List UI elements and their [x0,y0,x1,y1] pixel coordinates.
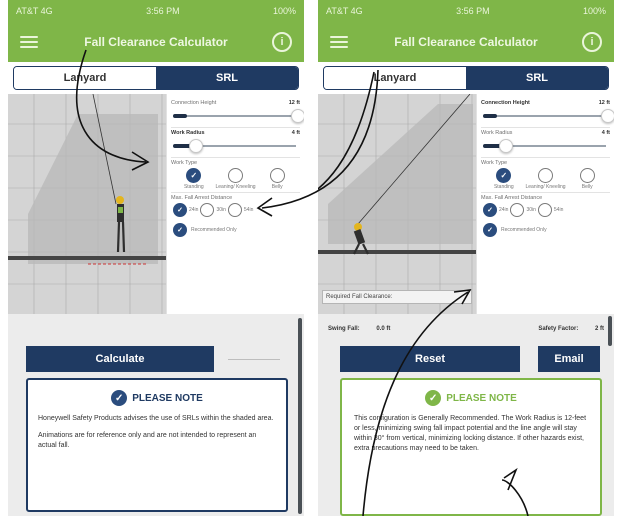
recommended-only-toggle[interactable]: ✓ Recommended Only [481,217,610,237]
work-type-options: ✓ Standing Leaning/ Kneeling Belly [481,166,610,190]
mode-segmented-control: Lanyard SRL [13,66,299,90]
fall-arrest-54in[interactable]: 54in [227,203,253,217]
please-note-box: ✓ PLEASE NOTE Honeywell Safety Products … [26,378,288,512]
info-icon[interactable]: i [582,32,602,52]
work-type-belly[interactable]: Belly [256,168,298,190]
note-paragraph: This configuration is Generally Recommen… [354,415,587,453]
max-fall-arrest-options: ✓ 24in 30in 54in [171,201,300,217]
note-title: PLEASE NOTE [446,392,517,404]
calculate-button[interactable]: Calculate [26,346,214,372]
connection-height-value: 12 ft [598,100,610,106]
tab-srl[interactable]: SRL [156,67,298,89]
please-note-box: ✓ PLEASE NOTE This configuration is Gene… [340,378,602,516]
carrier-text: AT&T 4G [326,6,363,16]
work-type-leaning[interactable]: Leaning/ Kneeling [215,168,257,190]
note-paragraph-1: Honeywell Safety Products advises the us… [38,415,274,422]
max-fall-arrest-label: Max. Fall Arrest Distance [171,195,233,201]
app-header: Fall Clearance Calculator i [318,22,614,62]
email-button[interactable]: Email [538,346,600,372]
results-summary: Swing Fall: 0.0 ft Safety Factor: 2 ft [328,326,604,332]
fall-arrest-24in[interactable]: ✓ 24in [483,203,508,217]
app-header: Fall Clearance Calculator i [8,22,304,62]
info-icon[interactable]: i [272,32,292,52]
battery-text: 100% [582,6,606,16]
connection-height-value: 12 ft [288,100,300,106]
check-circle-icon: ✓ [425,390,442,406]
time-text: 3:56 PM [146,6,180,16]
safety-factor-value: 2 ft [595,326,604,332]
work-type-label: Work Type [481,160,508,166]
work-type-standing[interactable]: ✓ Standing [173,168,215,190]
work-radius-value: 4 ft [291,130,300,136]
work-type-label: Work Type [171,160,198,166]
phone-screen-srl: AT&T 4G 3:56 PM 100% Fall Clearance Calc… [318,0,614,516]
connection-height-label: Connection Height [171,100,217,106]
connection-height-slider[interactable] [483,108,614,124]
swing-fall-value: 0.0 ft [376,326,391,332]
app-title: Fall Clearance Calculator [84,35,228,49]
check-circle-icon: ✓ [111,390,128,406]
battery-text: 100% [272,6,296,16]
status-bar: AT&T 4G 3:56 PM 100% [318,0,614,22]
email-button-disabled [228,358,280,360]
settings-panel: Connection Height 12 ft Work Radius 4 ft… [166,94,304,314]
safety-factor-label: Safety Factor: [538,326,579,332]
menu-icon[interactable] [330,34,348,50]
connection-height-label: Connection Height [481,100,530,106]
work-radius-slider[interactable] [483,138,608,154]
connection-height-slider[interactable] [173,108,304,124]
scrollbar[interactable] [608,316,612,346]
reset-button[interactable]: Reset [340,346,520,372]
max-fall-arrest-options: ✓ 24in 30in 54in [481,201,610,217]
tab-lanyard[interactable]: Lanyard [324,67,466,89]
app-title: Fall Clearance Calculator [394,35,538,49]
fall-scene-illustration [318,94,476,314]
status-bar: AT&T 4G 3:56 PM 100% [8,0,304,22]
fall-arrest-30in[interactable]: 30in [510,203,536,217]
max-fall-arrest-label: Max. Fall Arrest Distance [481,195,543,201]
menu-icon[interactable] [20,34,38,50]
results-panel: Calculate ✓ PLEASE NOTE Honeywell Safety… [8,314,304,516]
required-fall-clearance-label: Required Fall Clearance: [322,290,472,304]
work-type-belly[interactable]: Belly [566,168,608,190]
fall-arrest-24in[interactable]: ✓ 24in [173,203,198,217]
settings-panel: Connection Height 12 ft Work Radius 4 ft… [476,94,614,314]
mode-segmented-control: Lanyard SRL [323,66,609,90]
tab-srl[interactable]: SRL [466,67,608,89]
work-type-options: ✓ Standing Leaning/ Kneeling Belly [171,166,300,190]
time-text: 3:56 PM [456,6,490,16]
fall-scene-illustration [8,94,166,314]
tab-lanyard[interactable]: Lanyard [14,67,156,89]
fall-arrest-54in[interactable]: 54in [537,203,563,217]
work-radius-slider[interactable] [173,138,298,154]
work-radius-value: 4 ft [601,130,610,136]
swing-fall-label: Swing Fall: [328,326,360,332]
phone-screen-lanyard: AT&T 4G 3:56 PM 100% Fall Clearance Calc… [8,0,304,516]
recommended-only-toggle[interactable]: ✓ Recommended Only [171,217,300,237]
carrier-text: AT&T 4G [16,6,53,16]
work-radius-label: Work Radius [171,130,205,136]
note-title: PLEASE NOTE [132,392,203,404]
work-type-standing[interactable]: ✓ Standing [483,168,525,190]
fall-arrest-30in[interactable]: 30in [200,203,226,217]
note-paragraph-2: Animations are for reference only and ar… [38,432,257,450]
scrollbar[interactable] [298,318,302,514]
work-radius-label: Work Radius [481,130,513,136]
work-type-leaning[interactable]: Leaning/ Kneeling [525,168,567,190]
